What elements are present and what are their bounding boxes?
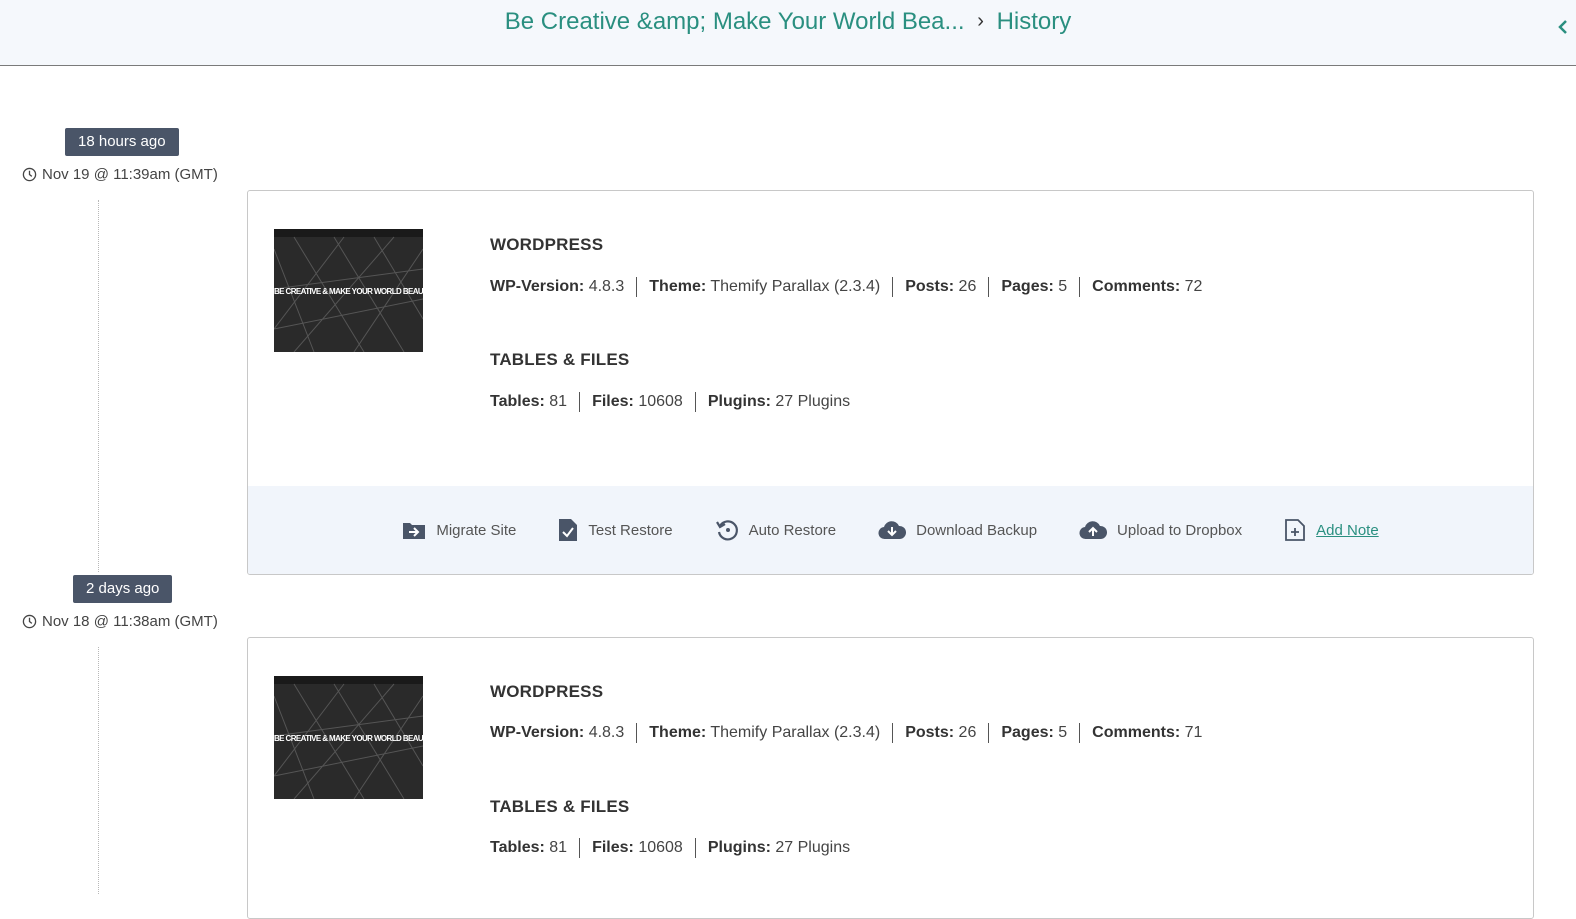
test-restore-button[interactable]: Test Restore: [558, 518, 673, 542]
wordpress-stats: WP-Version: 4.8.3 Theme: Themify Paralla…: [490, 723, 1214, 743]
chevron-left-icon[interactable]: [1556, 18, 1570, 36]
stat-comments: Comments: 71: [1079, 723, 1214, 743]
stat-tables: Tables: 81: [490, 393, 568, 410]
stat-files: Files: 10608: [579, 838, 695, 858]
restore-icon: [715, 520, 738, 541]
relative-time-badge: 18 hours ago: [65, 128, 179, 156]
backup-actions: Migrate Site Test Restore Auto Restore D…: [248, 486, 1533, 574]
tables-files-stats: Tables: 81 Files: 10608 Plugins: 27 Plug…: [490, 392, 862, 412]
tables-files-title: TABLES & FILES: [490, 797, 630, 816]
stat-comments: Comments: 72: [1079, 277, 1214, 297]
breadcrumb: Be Creative &amp; Make Your World Bea...…: [0, 8, 1576, 36]
site-thumbnail[interactable]: BE CREATIVE & MAKE YOUR WORLD BEAUTIFUL: [274, 229, 423, 352]
relative-time-badge: 2 days ago: [73, 575, 173, 603]
backup-card: BE CREATIVE & MAKE YOUR WORLD BEAUTIFUL …: [247, 637, 1534, 919]
page-header: Be Creative &amp; Make Your World Bea...…: [0, 0, 1576, 66]
breadcrumb-site-link[interactable]: Be Creative &amp; Make Your World Bea...: [505, 8, 965, 35]
test-restore-label: Test Restore: [588, 521, 673, 539]
clock-icon: [22, 614, 37, 629]
cloud-download-icon: [878, 521, 907, 540]
stat-wp-version: WP-Version: 4.8.3: [490, 278, 625, 295]
upload-dropbox-button[interactable]: Upload to Dropbox: [1079, 520, 1242, 540]
add-note-link[interactable]: Add Note: [1284, 519, 1379, 541]
auto-restore-button[interactable]: Auto Restore: [715, 518, 837, 542]
datetime-text: Nov 18 @ 11:38am (GMT): [42, 613, 218, 630]
backup-datetime: Nov 19 @ 11:39am (GMT): [22, 166, 218, 183]
migrate-site-label: Migrate Site: [436, 521, 517, 539]
wordpress-title: WORDPRESS: [490, 682, 604, 701]
document-check-icon: [559, 519, 578, 541]
upload-dropbox-label: Upload to Dropbox: [1117, 521, 1243, 539]
timeline-line: [98, 647, 99, 894]
timeline-line: [98, 200, 99, 572]
cloud-upload-icon: [1079, 521, 1108, 540]
site-thumbnail[interactable]: BE CREATIVE & MAKE YOUR WORLD BEAUTIFUL: [274, 676, 423, 799]
stat-pages: Pages: 5: [988, 277, 1079, 297]
breadcrumb-current: History: [996, 8, 1072, 35]
clock-icon: [22, 167, 37, 182]
wordpress-stats: WP-Version: 4.8.3 Theme: Themify Paralla…: [490, 277, 1214, 297]
backup-card: BE CREATIVE & MAKE YOUR WORLD BEAUTIFUL …: [247, 190, 1534, 575]
thumbnail-text: BE CREATIVE & MAKE YOUR WORLD BEAUTIFUL: [274, 734, 423, 743]
add-note-label: Add Note: [1316, 521, 1379, 539]
stat-files: Files: 10608: [579, 392, 695, 412]
backup-datetime: Nov 18 @ 11:38am (GMT): [22, 613, 218, 630]
datetime-text: Nov 19 @ 11:39am (GMT): [42, 166, 218, 183]
stat-tables: Tables: 81: [490, 839, 568, 856]
thumbnail-text: BE CREATIVE & MAKE YOUR WORLD BEAUTIFUL: [274, 287, 423, 296]
wordpress-title: WORDPRESS: [490, 235, 604, 254]
migrate-arrow-icon: [403, 523, 426, 539]
stat-posts: Posts: 26: [892, 723, 988, 743]
tables-files-stats: Tables: 81 Files: 10608 Plugins: 27 Plug…: [490, 838, 862, 858]
breadcrumb-separator: ›: [977, 10, 984, 32]
auto-restore-label: Auto Restore: [748, 521, 837, 539]
stat-posts: Posts: 26: [892, 277, 988, 297]
stat-plugins: Plugins: 27 Plugins: [694, 392, 862, 412]
stat-wp-version: WP-Version: 4.8.3: [490, 724, 625, 741]
download-backup-label: Download Backup: [916, 521, 1038, 539]
migrate-site-button[interactable]: Migrate Site: [402, 520, 516, 540]
download-backup-button[interactable]: Download Backup: [878, 520, 1037, 540]
tables-files-title: TABLES & FILES: [490, 350, 630, 369]
stat-theme: Theme: Themify Parallax (2.3.4): [636, 277, 892, 297]
stat-pages: Pages: 5: [988, 723, 1079, 743]
note-add-icon: [1285, 519, 1306, 541]
stat-plugins: Plugins: 27 Plugins: [694, 838, 862, 858]
stat-theme: Theme: Themify Parallax (2.3.4): [636, 723, 892, 743]
